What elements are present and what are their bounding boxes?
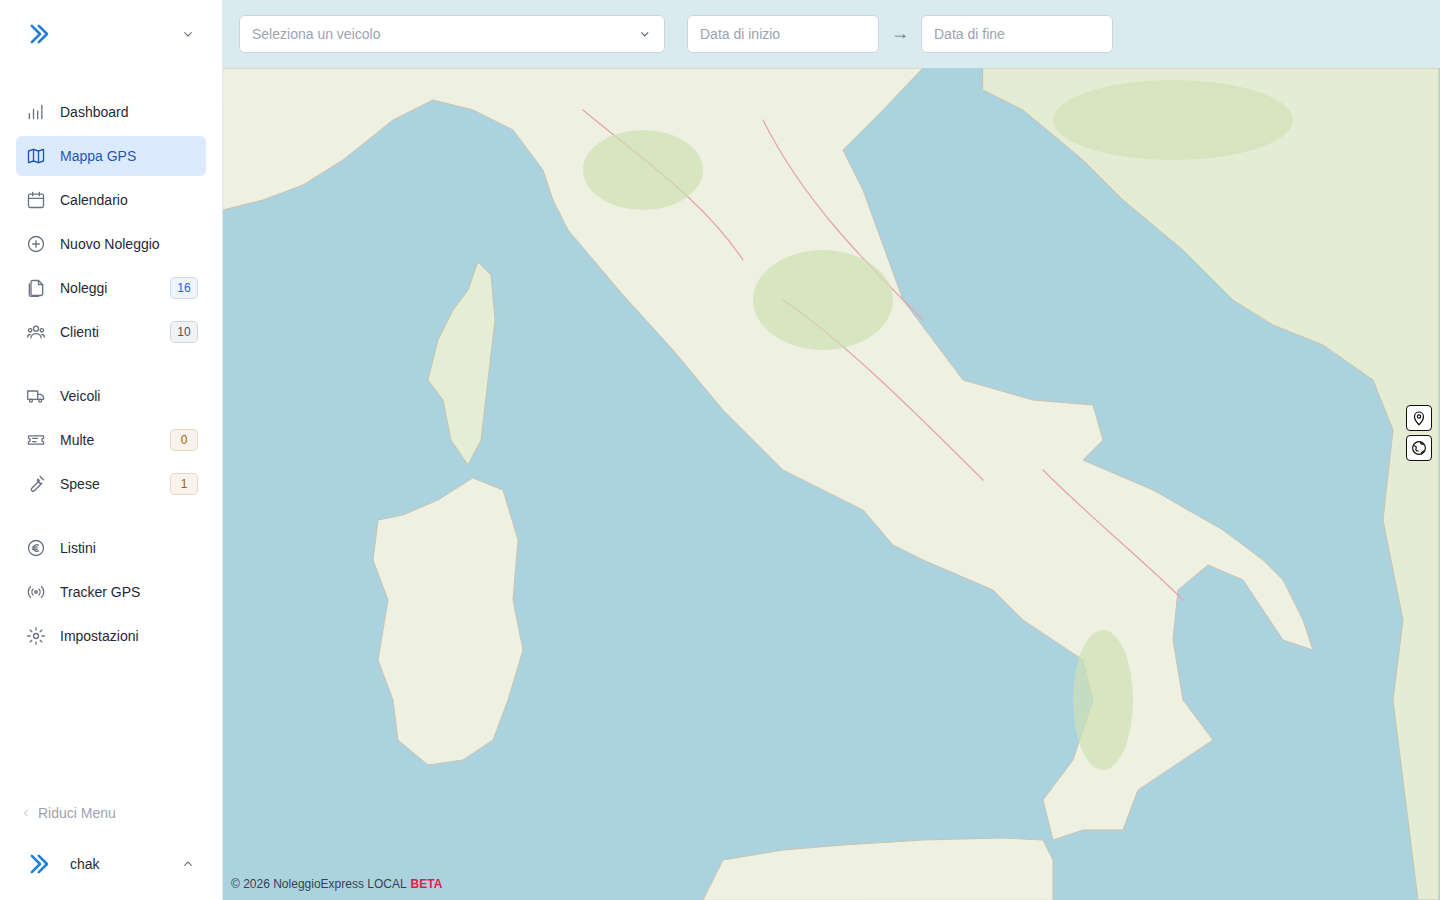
euro-icon-wrap — [26, 538, 46, 558]
truck-icon-wrap — [26, 386, 46, 406]
gear-icon-wrap — [26, 626, 46, 646]
item-label: Veicoli — [60, 388, 198, 404]
item-label: Multe — [60, 432, 156, 448]
end-date[interactable] — [921, 15, 1113, 53]
calendar-icon-wrap — [26, 190, 46, 210]
item-label: Spese — [60, 476, 156, 492]
euro-icon — [26, 538, 46, 558]
sidebar: Dashboard Mappa GPS Calendario Nuovo Nolegg… — [0, 0, 223, 900]
sidebar-item[interactable]: Dashboard — [16, 92, 206, 132]
map-pin-icon — [1410, 409, 1428, 427]
item-label: Nuovo Noleggio — [60, 236, 198, 252]
wrench-icon-wrap — [26, 474, 46, 494]
map-view: → © 2026 NoleggioExpress LOCAL BETA — [223, 0, 1440, 900]
copyright: © 2026 NoleggioExpress LOCAL — [231, 877, 407, 891]
bar-chart-icon — [26, 102, 46, 122]
count-badge: 1 — [170, 473, 198, 495]
nav-group: Veicoli Multe 0 Spese 1 — [16, 376, 206, 504]
count-badge: 0 — [170, 429, 198, 451]
item-label: Noleggi — [60, 280, 156, 296]
sidebar-item[interactable]: Mappa GPS — [16, 136, 206, 176]
chevrons-logo-icon — [26, 20, 54, 48]
truck-icon — [26, 386, 46, 406]
filter-bar: → — [223, 0, 1440, 68]
item-label: Calendario — [60, 192, 198, 208]
sidebar-spacer — [0, 656, 222, 798]
users-icon-wrap — [26, 322, 46, 342]
sidebar-item[interactable]: Clienti 10 — [16, 312, 206, 352]
sidebar-item[interactable]: Multe 0 — [16, 420, 206, 460]
chevrons-avatar-icon — [26, 850, 54, 878]
item-label: Clienti — [60, 324, 156, 340]
item-label: Tracker GPS — [60, 584, 198, 600]
map-picture[interactable] — [223, 0, 1439, 900]
sidebar-item[interactable]: Veicoli — [16, 376, 206, 416]
sidebar-item[interactable]: Impostazioni — [16, 616, 206, 656]
start-date[interactable] — [687, 15, 879, 53]
collapse-label: Riduci Menu — [38, 805, 116, 821]
layers-button[interactable] — [1406, 435, 1432, 461]
chevron-up-icon — [180, 856, 196, 872]
count-badge: 10 — [170, 321, 198, 343]
globe-icon — [1410, 439, 1428, 457]
user-name: chak — [70, 856, 164, 872]
item-label: Dashboard — [60, 104, 198, 120]
sidebar-nav: Dashboard Mappa GPS Calendario Nuovo Nolegg… — [0, 72, 222, 656]
sidebar-item[interactable]: Spese 1 — [16, 464, 206, 504]
item-label: Listini — [60, 540, 198, 556]
chevron-down-icon — [637, 26, 652, 42]
brand-dropdown[interactable] — [180, 26, 196, 46]
locate-button[interactable] — [1406, 405, 1432, 431]
vehicle-select[interactable] — [239, 15, 665, 53]
map-controls — [1406, 405, 1432, 461]
range-arrow: → — [879, 23, 921, 44]
wrench-icon — [26, 474, 46, 494]
plus-circle-icon — [26, 234, 46, 254]
start-date-input[interactable] — [700, 26, 866, 42]
plus-circle-icon-wrap — [26, 234, 46, 254]
gear-icon — [26, 626, 46, 646]
collapse-menu-button[interactable]: Riduci Menu — [0, 798, 222, 828]
nav-group: Dashboard Mappa GPS Calendario Nuovo Nolegg… — [16, 92, 206, 352]
documents-icon-wrap — [26, 278, 46, 298]
vehicle-select-input[interactable] — [252, 26, 637, 42]
map-icon-wrap — [26, 146, 46, 166]
footer: © 2026 NoleggioExpress LOCAL BETA — [231, 877, 442, 891]
calendar-icon — [26, 190, 46, 210]
beta-tag: BETA — [411, 877, 443, 891]
sidebar-item[interactable]: Nuovo Noleggio — [16, 224, 206, 264]
signal-icon-wrap — [26, 582, 46, 602]
count-badge: 16 — [170, 277, 198, 299]
item-label: Impostazioni — [60, 628, 198, 644]
ticket-icon-wrap — [26, 430, 46, 450]
chevron-left-icon — [20, 807, 32, 819]
documents-icon — [26, 278, 46, 298]
sidebar-header — [0, 0, 222, 72]
map-icon — [26, 146, 46, 166]
ticket-icon — [26, 430, 46, 450]
bar-chart-icon-wrap — [26, 102, 46, 122]
sidebar-item[interactable]: Tracker GPS — [16, 572, 206, 612]
users-icon — [26, 322, 46, 342]
sidebar-item[interactable]: Calendario — [16, 180, 206, 220]
chevron-down-icon — [180, 26, 196, 42]
nav-group: Listini Tracker GPS Impostazioni — [16, 528, 206, 656]
sidebar-item[interactable]: Listini — [16, 528, 206, 568]
signal-icon — [26, 582, 46, 602]
item-label: Mappa GPS — [60, 148, 198, 164]
end-date-input[interactable] — [934, 26, 1100, 42]
sidebar-item[interactable]: Noleggi 16 — [16, 268, 206, 308]
brand-logo[interactable] — [26, 20, 54, 52]
user-menu[interactable]: chak — [0, 828, 222, 900]
